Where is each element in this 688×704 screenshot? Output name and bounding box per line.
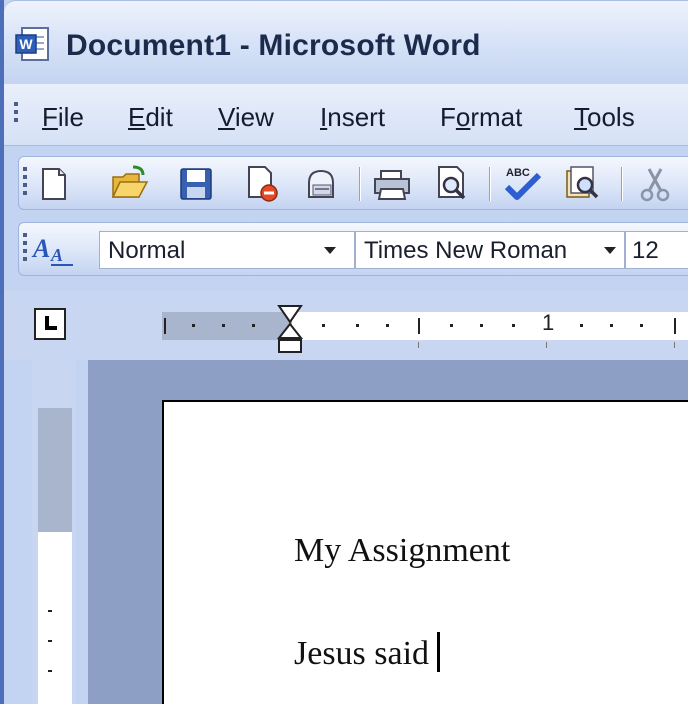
print-icon[interactable] (371, 163, 413, 205)
ruler-dot (222, 324, 225, 327)
menu-format[interactable]: Format (440, 102, 522, 133)
document-workspace: My Assignment Jesus said (88, 360, 688, 704)
document-page[interactable]: My Assignment Jesus said (162, 400, 688, 704)
new-blank-document-icon[interactable] (33, 163, 75, 205)
svg-text:W: W (19, 36, 33, 52)
svg-text:A: A (50, 245, 63, 265)
ruler-tick (48, 610, 52, 612)
toolbar-grip[interactable] (23, 167, 27, 199)
document-heading[interactable]: My Assignment (294, 532, 510, 570)
ruler-dot (450, 324, 453, 327)
document-text-line[interactable]: Jesus said (294, 632, 441, 673)
ruler-top-margin (38, 408, 72, 532)
ruler-dot (322, 324, 325, 327)
menu-bar: File Edit View Insert Format Tools (4, 84, 688, 146)
ruler-tick (164, 318, 166, 334)
window-title: Document1 - Microsoft Word (66, 29, 481, 62)
left-tab-icon (45, 316, 57, 330)
ruler-dot (386, 324, 389, 327)
horizontal-ruler-area: 1 (4, 290, 688, 360)
toolbar-separator (489, 167, 491, 201)
ruler-dot (356, 324, 359, 327)
word-window: W Document1 - Microsoft Word File Edit V… (0, 0, 688, 704)
indent-marker-icon[interactable] (276, 304, 304, 356)
ruler-dot (480, 324, 483, 327)
cut-icon[interactable] (635, 163, 677, 205)
title-bar[interactable]: W Document1 - Microsoft Word (4, 0, 688, 84)
ruler-inch-label: 1 (542, 310, 555, 335)
menu-tools[interactable]: Tools (574, 102, 635, 133)
menu-edit[interactable]: Edit (128, 102, 173, 133)
ruler-tick (674, 342, 675, 348)
vertical-ruler[interactable] (38, 408, 72, 704)
menu-file[interactable]: File (42, 102, 84, 133)
toolbar-separator (359, 167, 361, 201)
chevron-down-icon[interactable] (319, 231, 341, 269)
vertical-ruler-area (32, 360, 76, 704)
print-preview-icon[interactable] (431, 163, 473, 205)
spelling-grammar-icon[interactable]: ABC (501, 163, 543, 205)
ruler-dot (252, 324, 255, 327)
research-icon[interactable] (561, 163, 603, 205)
chevron-down-icon[interactable] (599, 231, 621, 269)
permission-icon[interactable] (241, 163, 283, 205)
formatting-toolbar: A A Normal Times New Roman 12 (18, 222, 688, 276)
style-dropdown[interactable]: Normal (99, 231, 355, 269)
open-folder-icon[interactable] (109, 163, 151, 205)
tab-selector-button[interactable] (34, 308, 66, 340)
menu-view[interactable]: View (218, 102, 274, 133)
ruler-tick (48, 670, 52, 672)
standard-toolbar: ABC (18, 156, 688, 210)
save-icon[interactable] (175, 163, 217, 205)
toolbar-grip[interactable] (23, 233, 27, 265)
font-dropdown[interactable]: Times New Roman (355, 231, 625, 269)
ruler-tick (674, 318, 676, 334)
styles-and-formatting-icon[interactable]: A A (31, 231, 77, 269)
ruler-dot (192, 324, 195, 327)
font-value: Times New Roman (364, 237, 568, 264)
ruler-tick (48, 640, 52, 642)
menu-insert[interactable]: Insert (320, 102, 385, 133)
ruler-dot (610, 324, 613, 327)
menu-bar-grip[interactable] (14, 102, 18, 126)
ruler-tick (546, 342, 547, 348)
toolbar-separator (621, 167, 623, 201)
ruler-dot (640, 324, 643, 327)
email-icon[interactable] (301, 163, 343, 205)
font-size-value: 12 (632, 237, 659, 264)
ruler-tick (418, 318, 420, 334)
style-value: Normal (108, 237, 186, 264)
word-document-icon[interactable]: W (14, 25, 54, 65)
text-cursor (437, 632, 441, 672)
font-size-dropdown[interactable]: 12 (625, 231, 688, 269)
ruler-left-margin (162, 312, 292, 340)
svg-text:ABC: ABC (506, 167, 530, 179)
svg-text:A: A (31, 234, 50, 263)
ruler-tick (418, 342, 419, 348)
ruler-dot (580, 324, 583, 327)
horizontal-ruler[interactable]: 1 (162, 310, 688, 348)
ruler-dot (512, 324, 515, 327)
